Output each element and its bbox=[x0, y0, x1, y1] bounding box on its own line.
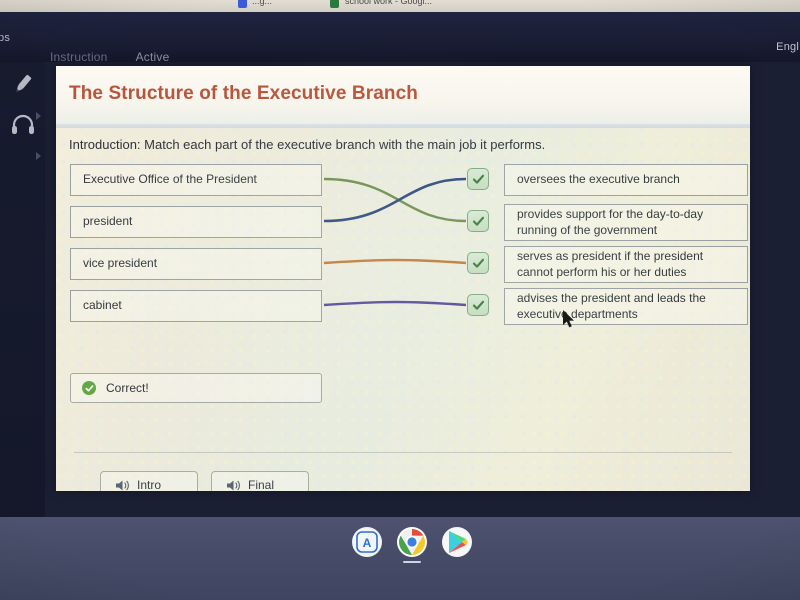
speaker-icon bbox=[226, 479, 241, 492]
tab-instruction[interactable]: Instruction bbox=[50, 50, 108, 64]
headphones-icon[interactable] bbox=[9, 110, 37, 138]
match-right-item-3[interactable]: advises the president and leads the exec… bbox=[504, 288, 748, 325]
connector-eop-to-support bbox=[323, 177, 467, 223]
connector-vp-to-serves bbox=[323, 258, 467, 265]
app-icon-a[interactable]: A bbox=[352, 527, 382, 557]
app-icon-chrome[interactable] bbox=[397, 527, 427, 557]
match-left-label-1: president bbox=[83, 214, 133, 229]
match-check-1[interactable] bbox=[467, 210, 489, 232]
tab-favicon-2 bbox=[330, 0, 339, 8]
lesson-subtab-row: Instruction Active bbox=[50, 50, 169, 64]
match-left-item-3[interactable]: cabinet bbox=[70, 290, 322, 322]
chrome-running-indicator bbox=[403, 561, 421, 563]
tab-favicon-1 bbox=[238, 0, 247, 8]
feedback-banner: Correct! bbox=[70, 373, 322, 403]
match-left-item-2[interactable]: vice president bbox=[70, 248, 322, 280]
match-left-label-0: Executive Office of the President bbox=[83, 172, 257, 187]
instructions-text: Introduction: Match each part of the exe… bbox=[69, 137, 546, 152]
match-right-label-3: advises the president and leads the exec… bbox=[517, 291, 706, 321]
matching-area: Executive Office of the President presid… bbox=[56, 160, 750, 330]
os-right-label: Engl bbox=[776, 41, 799, 53]
match-right-item-0[interactable]: oversees the executive branch bbox=[504, 164, 748, 196]
device-screen: ...g... school work - Googl... ps Engl I… bbox=[0, 0, 800, 600]
intro-audio-button[interactable]: Intro bbox=[100, 471, 198, 491]
feedback-text: Correct! bbox=[106, 381, 149, 395]
match-right-label-2: serves as president if the president can… bbox=[517, 249, 704, 279]
browser-tab-1-label[interactable]: ...g... bbox=[252, 0, 272, 6]
connector-president-to-oversees bbox=[323, 177, 467, 223]
match-right-item-2[interactable]: serves as president if the president can… bbox=[504, 246, 748, 283]
mouse-cursor bbox=[563, 310, 577, 335]
match-check-3[interactable] bbox=[467, 294, 489, 316]
page-title: The Structure of the Executive Branch bbox=[69, 83, 418, 104]
intro-audio-label: Intro bbox=[137, 478, 162, 491]
footer-divider bbox=[74, 452, 732, 453]
header-divider bbox=[56, 124, 750, 128]
match-left-label-2: vice president bbox=[83, 256, 158, 271]
connector-cabinet-to-advises bbox=[323, 300, 467, 307]
browser-tab-2-label[interactable]: school work - Googl... bbox=[345, 0, 432, 6]
os-left-label: ps bbox=[0, 32, 11, 44]
match-left-label-3: cabinet bbox=[83, 298, 122, 313]
tab-active[interactable]: Active bbox=[136, 50, 170, 64]
card-header: The Structure of the Executive Branch bbox=[56, 66, 750, 124]
final-audio-label: Final bbox=[248, 478, 275, 491]
tool-rail bbox=[0, 62, 45, 517]
svg-text:A: A bbox=[363, 536, 372, 550]
app-top-bar: ps Engl Instruction Active bbox=[0, 12, 800, 64]
rail-arrow-2 bbox=[36, 152, 41, 160]
match-right-label-1: provides support for the day-to-day runn… bbox=[517, 207, 704, 237]
speaker-icon bbox=[115, 479, 130, 492]
pencil-icon[interactable] bbox=[9, 70, 37, 98]
match-left-item-0[interactable]: Executive Office of the President bbox=[70, 164, 322, 196]
match-check-2[interactable] bbox=[467, 252, 489, 274]
match-check-0[interactable] bbox=[467, 168, 489, 190]
final-audio-button[interactable]: Final bbox=[211, 471, 309, 491]
browser-tab-strip: ...g... school work - Googl... bbox=[0, 0, 800, 12]
check-circle-icon bbox=[82, 381, 96, 395]
match-right-label-0: oversees the executive branch bbox=[517, 172, 680, 187]
lesson-card: The Structure of the Executive Branch In… bbox=[56, 66, 750, 491]
app-icon-play-store[interactable] bbox=[442, 527, 472, 557]
match-left-item-1[interactable]: president bbox=[70, 206, 322, 238]
match-right-item-1[interactable]: provides support for the day-to-day runn… bbox=[504, 204, 748, 241]
system-taskbar: A bbox=[0, 517, 800, 600]
